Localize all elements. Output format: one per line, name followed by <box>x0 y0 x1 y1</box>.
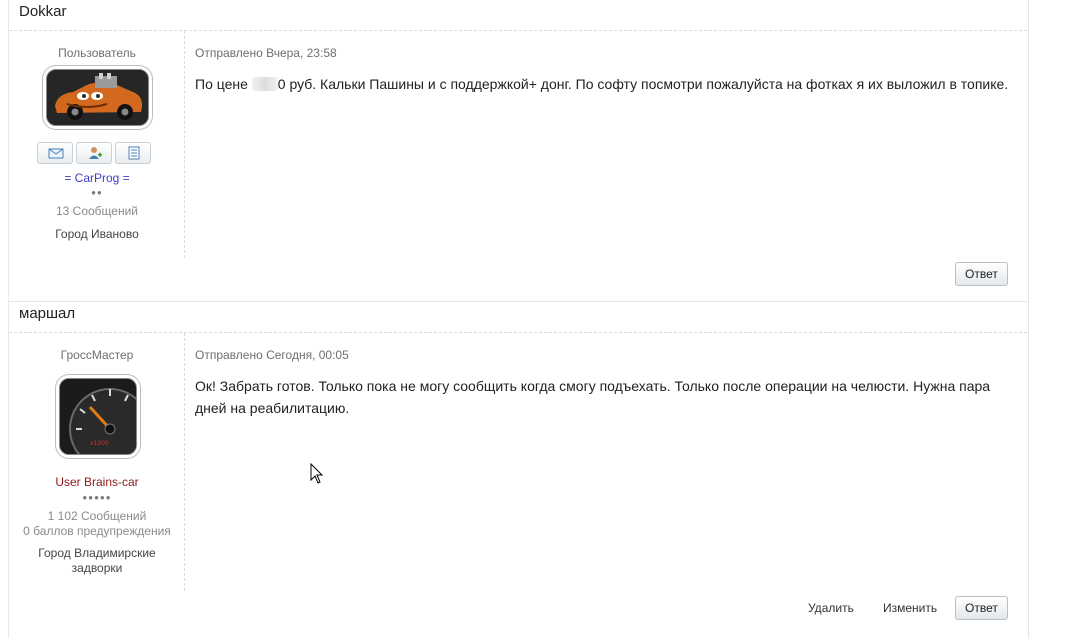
post-date: Отправлено Вчера, 23:58 <box>195 46 337 60</box>
view-posts-button[interactable] <box>115 142 151 164</box>
svg-text:x1000: x1000 <box>90 440 109 447</box>
author-name[interactable]: Dokkar <box>19 3 67 20</box>
post-header: маршал <box>9 302 1027 333</box>
edit-link[interactable]: Изменить <box>883 601 937 615</box>
rank-title: Пользователь <box>58 46 136 60</box>
forum-topic: Dokkar Пользователь = CarProg = ●● 13 Со… <box>0 0 1029 638</box>
redacted-price <box>251 77 278 91</box>
view-posts-icon <box>128 146 140 160</box>
post-body: По цене 0 руб. Кальки Пашины и с поддерж… <box>195 76 1009 92</box>
post: маршал ГроссМастер x1000 User Brains-car… <box>8 302 1027 638</box>
add-friend-button[interactable] <box>76 142 112 164</box>
post-count: 1 102 Сообщений <box>47 509 147 523</box>
reply-button[interactable]: Ответ <box>955 596 1008 620</box>
user-city: Город Владимирские задворки <box>38 546 156 575</box>
rank-title: ГроссМастер <box>60 348 134 362</box>
rank-pips: ●● <box>91 188 103 197</box>
post: Dokkar Пользователь = CarProg = ●● 13 Со… <box>8 0 1027 302</box>
user-info: ГроссМастер x1000 User Brains-car ●●●●● <box>9 333 185 591</box>
send-message-button[interactable] <box>37 142 73 164</box>
avatar[interactable]: x1000 <box>59 378 137 455</box>
mail-icon <box>48 148 64 159</box>
warning-points: 0 баллов предупреждения <box>23 524 171 538</box>
post-date: Отправлено Сегодня, 00:05 <box>195 348 349 362</box>
add-friend-icon <box>89 147 102 159</box>
post-body: Ок! Забрать готов. Только пока не могу с… <box>195 378 991 416</box>
post-count: 13 Сообщений <box>55 204 138 218</box>
user-city: Город Иваново <box>55 227 139 241</box>
reply-button[interactable]: Ответ <box>955 262 1008 286</box>
author-name[interactable]: маршал <box>19 305 75 322</box>
post-header: Dokkar <box>9 0 1027 31</box>
avatar[interactable] <box>46 69 149 126</box>
delete-link[interactable]: Удалить <box>808 601 854 615</box>
group-name: User Brains-car <box>55 475 139 489</box>
rank-pips: ●●●●● <box>82 493 112 502</box>
mouse-cursor-icon <box>310 463 324 484</box>
group-name: = CarProg = <box>64 171 130 185</box>
user-info: Пользователь = CarProg = ●● 13 Сообщений… <box>9 31 185 258</box>
user-actions <box>37 142 154 166</box>
